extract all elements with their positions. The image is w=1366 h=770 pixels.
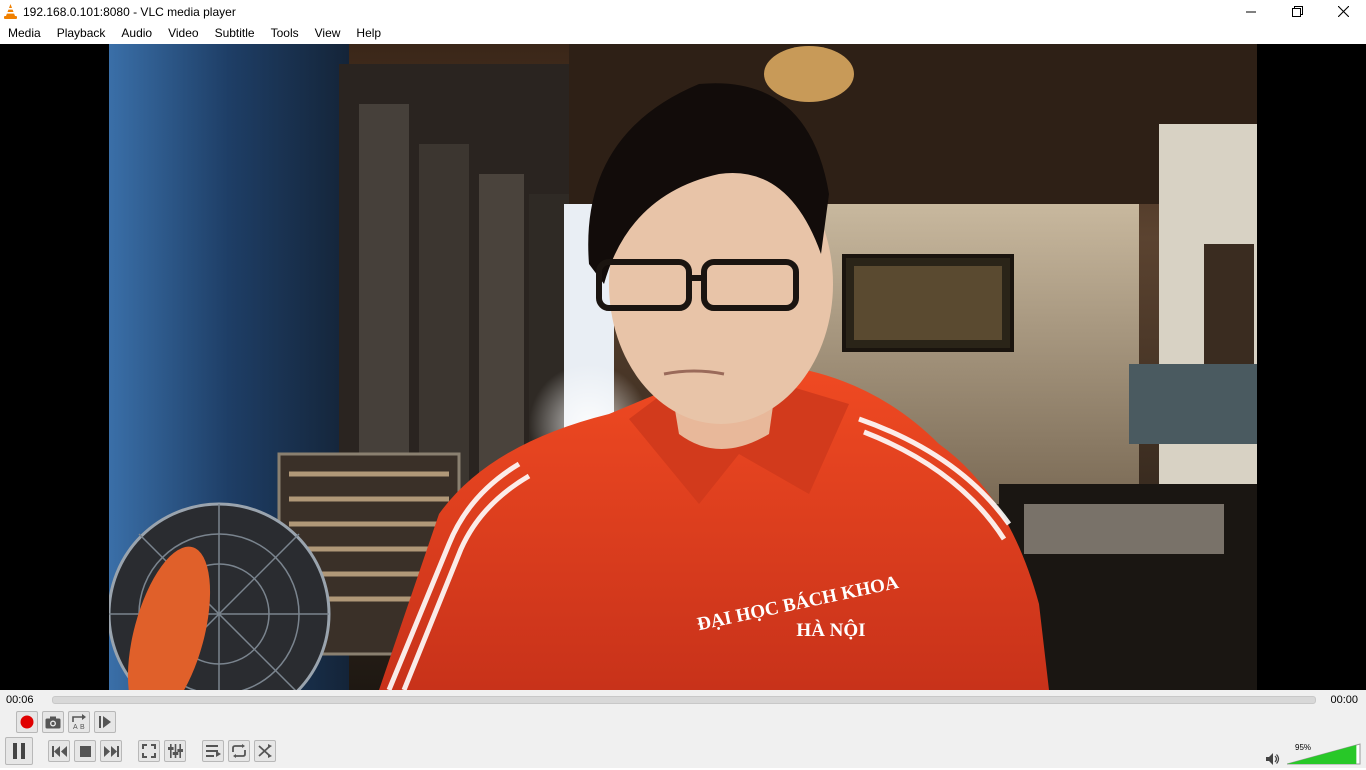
pause-icon — [13, 743, 25, 759]
next-icon — [103, 745, 119, 757]
stop-icon — [79, 745, 91, 757]
menu-playback[interactable]: Playback — [49, 23, 114, 44]
pause-button[interactable] — [5, 737, 33, 765]
elapsed-time: 00:06 — [6, 694, 34, 706]
fullscreen-button[interactable] — [138, 740, 160, 762]
record-icon — [20, 715, 34, 729]
mute-button[interactable] — [1266, 752, 1280, 770]
close-icon — [1337, 6, 1349, 17]
record-button[interactable] — [16, 711, 38, 733]
window-title: 192.168.0.101:8080 - VLC media player — [23, 4, 236, 19]
shuffle-icon — [257, 744, 272, 758]
menu-audio[interactable]: Audio — [113, 23, 160, 44]
snapshot-button[interactable] — [42, 711, 64, 733]
title-bar[interactable]: 192.168.0.101:8080 - VLC media player — [0, 0, 1366, 23]
menu-media[interactable]: Media — [0, 23, 49, 44]
vlc-cone-icon[interactable] — [4, 4, 18, 20]
svg-text:B: B — [80, 724, 85, 730]
video-frame[interactable]: ĐẠI HỌC BÁCH KHOA HÀ NỘI — [109, 44, 1257, 690]
volume-slider[interactable] — [1286, 743, 1361, 770]
shirt-text-line2: HÀ NỘI — [796, 619, 865, 641]
playlist-button[interactable] — [202, 740, 224, 762]
total-time[interactable]: 00:00 — [1330, 694, 1358, 706]
frame-step-icon — [99, 716, 111, 728]
svg-text:A: A — [73, 724, 78, 730]
shuffle-button[interactable] — [254, 740, 276, 762]
loop-button[interactable] — [228, 740, 250, 762]
previous-button[interactable] — [48, 740, 70, 762]
video-image: ĐẠI HỌC BÁCH KHOA HÀ NỘI — [109, 44, 1257, 690]
minimize-icon — [1246, 11, 1256, 12]
extended-settings-icon — [167, 744, 183, 758]
loop-ab-button[interactable]: A B — [68, 711, 90, 733]
speaker-icon — [1266, 753, 1280, 765]
snapshot-icon — [45, 716, 61, 728]
menu-subtitle[interactable]: Subtitle — [207, 23, 263, 44]
seek-slider[interactable] — [52, 696, 1316, 704]
fullscreen-icon — [142, 744, 156, 758]
previous-icon — [51, 745, 67, 757]
seek-row: 00:06 00:00 — [0, 690, 1366, 710]
menu-view[interactable]: View — [307, 23, 349, 44]
minimize-button[interactable] — [1228, 0, 1274, 23]
frame-step-button[interactable] — [94, 711, 116, 733]
video-area[interactable]: ĐẠI HỌC BÁCH KHOA HÀ NỘI — [0, 44, 1366, 690]
menu-bar: Media Playback Audio Video Subtitle Tool… — [0, 23, 1366, 44]
loop-ab-icon: A B — [72, 714, 86, 730]
menu-help[interactable]: Help — [348, 23, 389, 44]
menu-tools[interactable]: Tools — [263, 23, 307, 44]
restore-button[interactable] — [1274, 0, 1320, 23]
menu-video[interactable]: Video — [160, 23, 206, 44]
stop-button[interactable] — [74, 740, 96, 762]
next-button[interactable] — [100, 740, 122, 762]
playlist-icon — [205, 745, 221, 757]
control-bar: A B 95% — [0, 710, 1366, 768]
loop-icon — [232, 744, 246, 758]
restore-icon — [1291, 6, 1303, 17]
extended-settings-button[interactable] — [164, 740, 186, 762]
close-button[interactable] — [1320, 0, 1366, 23]
